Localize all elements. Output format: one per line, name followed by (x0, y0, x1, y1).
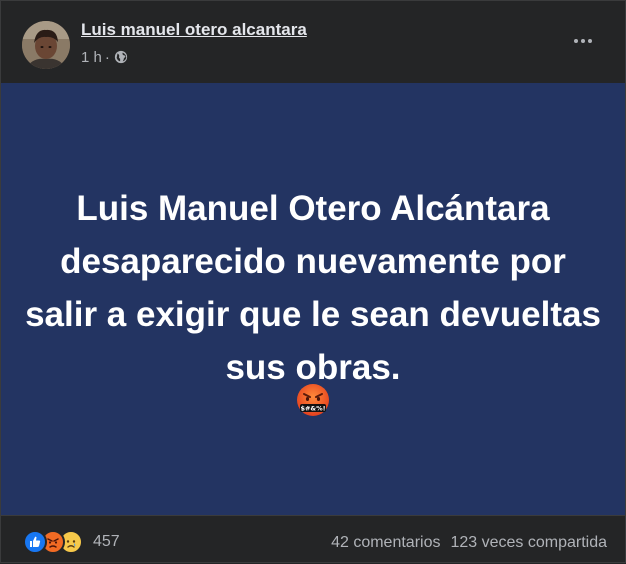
face-with-symbols-on-mouth-icon: $#&%! (297, 384, 329, 416)
globe-icon[interactable] (114, 50, 128, 64)
more-dot-icon (581, 39, 585, 43)
post-time[interactable]: 1 h (81, 49, 102, 66)
post-header: Luis manuel otero alcantara 1 h · (1, 1, 625, 83)
banner-text: Luis Manuel Otero Alcántara desaparecido… (25, 189, 601, 387)
author-avatar[interactable] (22, 21, 70, 69)
more-options-button[interactable] (567, 29, 599, 53)
post-meta: 1 h · (81, 47, 128, 67)
author-name-link[interactable]: Luis manuel otero alcantara (81, 20, 307, 40)
meta-separator: · (104, 48, 110, 66)
svg-text:$#&%!: $#&%! (300, 405, 325, 413)
like-icon (23, 530, 47, 554)
more-dot-icon (574, 39, 578, 43)
shares-count-link[interactable]: 123 veces compartida (450, 534, 607, 552)
comments-count-link[interactable]: 42 comentarios (331, 534, 440, 552)
reaction-count[interactable]: 457 (93, 533, 120, 551)
reactions-summary[interactable]: 457 (23, 530, 120, 554)
post-stats: 42 comentarios 123 veces compartida (331, 534, 607, 552)
post-text-banner[interactable]: Luis Manuel Otero Alcántara desaparecido… (1, 83, 625, 515)
facebook-post: Luis manuel otero alcantara 1 h · Luis M… (0, 0, 626, 563)
more-dot-icon (588, 39, 592, 43)
post-footer: 457 42 comentarios 123 veces compartida (1, 515, 625, 564)
